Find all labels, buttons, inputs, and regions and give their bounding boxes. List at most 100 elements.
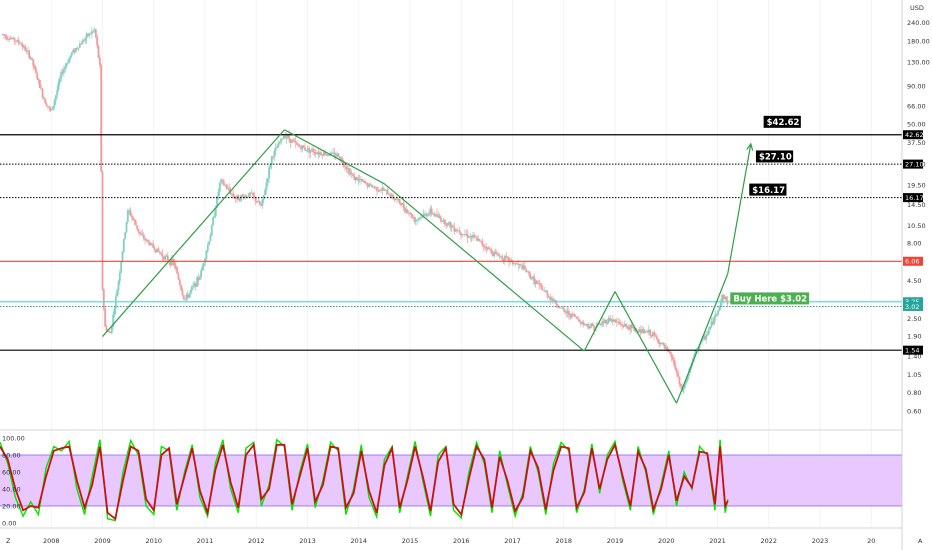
annotation-label[interactable]: $42.62	[763, 115, 801, 128]
candle-body	[430, 208, 433, 214]
candle-body	[297, 144, 300, 146]
annotation-label[interactable]: Buy Here $3.02	[730, 292, 810, 305]
candle-body	[671, 357, 674, 360]
candle-body	[4, 35, 7, 37]
candle-body	[328, 155, 330, 156]
candle-body	[146, 239, 149, 242]
candle-body	[212, 217, 214, 226]
candle-body	[606, 322, 609, 324]
candle-body	[302, 145, 305, 148]
candle-body	[573, 314, 576, 317]
candle-body	[376, 186, 378, 191]
candle-body	[563, 309, 566, 312]
candle-body	[209, 235, 212, 242]
candle-body	[158, 251, 161, 254]
oscillator-tick-label: 100.00	[2, 435, 25, 443]
candle-body	[292, 139, 294, 141]
price-tag[interactable]: 42.62	[903, 130, 924, 140]
candle-body	[192, 285, 195, 287]
candle-body	[452, 225, 454, 228]
timezone-icon[interactable]: Z	[6, 537, 11, 545]
price-tag-text: 6.06	[905, 258, 919, 266]
candle-body	[129, 210, 132, 216]
candle-body	[539, 283, 542, 287]
candle-body	[298, 145, 301, 147]
candle-body	[621, 324, 624, 326]
candle-body	[44, 99, 47, 104]
chart-canvas[interactable]: $42.62 $27.10 $16.17 Buy Here $3.02 USD 240…	[0, 0, 932, 550]
candle-body	[177, 273, 180, 280]
time-tick-label: 2023	[812, 537, 829, 545]
candle-body	[618, 321, 621, 324]
candle-body	[68, 58, 71, 63]
price-tag[interactable]: 27.10	[903, 159, 924, 169]
candle-body	[466, 234, 469, 238]
price-tick-label: 1.90	[907, 333, 921, 341]
oscillator-tick-label: 40.00	[2, 486, 21, 494]
annotation-label[interactable]: $16.17	[749, 183, 787, 196]
candle-body	[142, 234, 145, 239]
annotation-text: $42.62	[767, 118, 800, 128]
candle-body	[277, 143, 280, 148]
candle-body	[369, 183, 372, 185]
candle-body	[94, 29, 97, 37]
candle-body	[278, 142, 281, 144]
candle-body	[352, 174, 354, 176]
candle-body	[42, 97, 45, 100]
candle-body	[264, 189, 266, 195]
candle-body	[713, 317, 716, 325]
time-tick-label: 20	[867, 537, 875, 545]
candle-body	[555, 303, 558, 306]
candle-body	[245, 195, 248, 197]
candle-body	[137, 228, 140, 232]
candle-body	[673, 359, 676, 366]
candle-body	[705, 334, 708, 340]
candle-body	[562, 307, 565, 310]
candle-body	[506, 256, 509, 258]
candle-body	[176, 267, 179, 274]
candle-body	[28, 50, 31, 59]
candle-body	[96, 36, 99, 46]
candle-body	[589, 326, 592, 329]
annotation-label[interactable]: $27.10	[755, 150, 794, 163]
candle-body	[285, 136, 288, 139]
price-tick-label: 2.50	[907, 315, 921, 323]
candle-body	[70, 52, 73, 56]
candle-body	[173, 262, 176, 267]
candle-body	[535, 280, 538, 284]
candle-body	[208, 241, 210, 245]
candle-body	[266, 178, 269, 183]
candle-body	[2, 34, 5, 36]
candle-body	[626, 326, 629, 328]
candle-body	[57, 82, 60, 90]
candle-body	[80, 43, 83, 45]
candle-body	[64, 66, 67, 70]
candle-body	[124, 232, 127, 239]
candle-body	[386, 189, 389, 195]
candle-body	[675, 369, 678, 373]
price-tag[interactable]: 1.54	[903, 345, 923, 355]
candle-body	[37, 78, 40, 81]
candle-body	[190, 286, 193, 291]
price-tick-label: 19.50	[907, 182, 926, 190]
candle-body	[218, 182, 221, 192]
candle-body	[52, 105, 55, 110]
candle-body	[679, 383, 682, 387]
candle-body	[18, 42, 21, 44]
candle-body	[382, 188, 385, 191]
price-tag[interactable]: 16.17	[903, 193, 924, 203]
candle-body	[288, 135, 290, 139]
candle-body	[122, 238, 125, 252]
candle-body	[258, 201, 261, 205]
candle-body	[53, 100, 56, 106]
candle-body	[657, 338, 660, 343]
price-tag[interactable]: 3.02	[903, 301, 923, 311]
candle-body	[426, 215, 429, 217]
auto-scale-icon[interactable]: A	[918, 537, 923, 545]
candle-body	[649, 329, 652, 336]
candle-body	[494, 251, 497, 253]
time-tick-label: 2015	[402, 537, 419, 545]
price-tag[interactable]: 6.06	[903, 256, 923, 266]
candle-body	[77, 47, 80, 49]
candle-body	[138, 231, 141, 234]
